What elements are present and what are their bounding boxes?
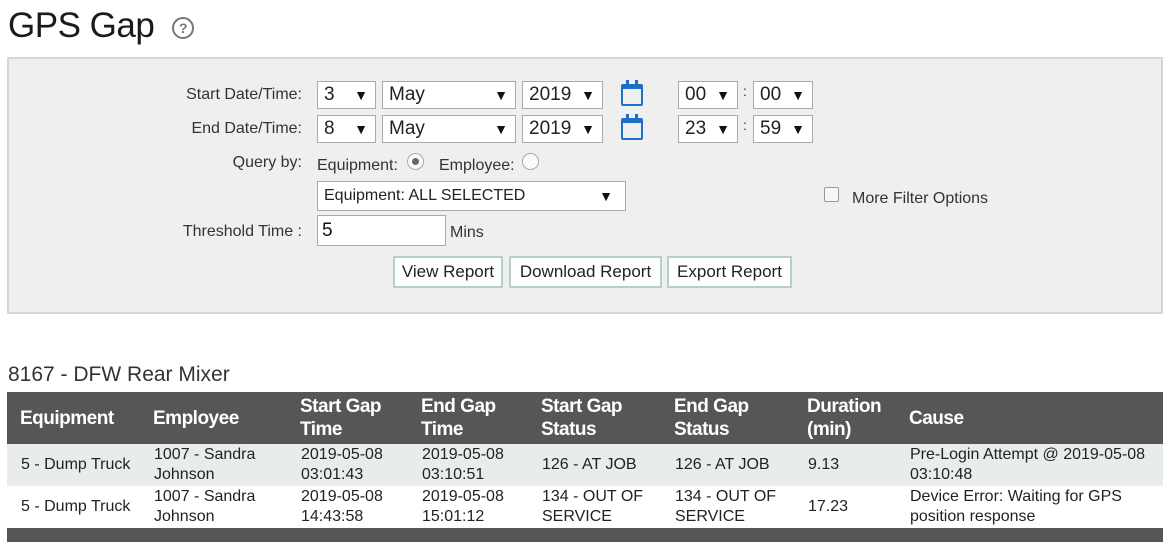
- table-header-row: Equipment Employee Start Gap Time End Ga…: [7, 392, 1163, 444]
- cell-equipment: 5 - Dump Truck: [7, 444, 140, 486]
- end-day-value: 8: [324, 118, 335, 139]
- download-report-button[interactable]: Download Report: [509, 256, 662, 288]
- cell-equipment: 5 - Dump Truck: [7, 486, 140, 528]
- caret-down-icon: ▼: [791, 121, 805, 137]
- equipment-radio[interactable]: [407, 153, 424, 170]
- col-cause[interactable]: Cause: [896, 392, 1163, 444]
- col-end-gap-status[interactable]: End Gap Status: [661, 392, 794, 444]
- end-hour-select[interactable]: 23 ▼: [678, 115, 738, 143]
- start-time-separator: :: [743, 83, 747, 99]
- col-employee[interactable]: Employee: [140, 392, 287, 444]
- start-hour-value: 00: [685, 84, 707, 105]
- cell-end-gap-status: 126 - AT JOB: [661, 444, 794, 486]
- caret-down-icon: ▼: [581, 121, 595, 137]
- end-minute-select[interactable]: 59 ▼: [753, 115, 813, 143]
- threshold-label: Threshold Time :: [182, 223, 302, 240]
- caret-down-icon: ▼: [494, 121, 508, 137]
- filter-panel: Start Date/Time: 3 ▼ May ▼ 2019 ▼ 00 ▼ : 00 ▼…: [7, 57, 1163, 314]
- cell-start-gap-time: 2019-05-08 03:01:43: [287, 444, 408, 486]
- cell-cause: Pre-Login Attempt @ 2019-05-08 03:10:48: [896, 444, 1163, 486]
- cell-end-gap-time: 2019-05-08 15:01:12: [408, 486, 528, 528]
- start-hour-select[interactable]: 00 ▼: [678, 81, 738, 109]
- caret-down-icon: ▼: [494, 87, 508, 103]
- start-day-value: 3: [324, 84, 335, 105]
- threshold-unit: Mins: [450, 224, 484, 241]
- cell-cause: Device Error: Waiting for GPS position r…: [896, 486, 1163, 528]
- col-start-gap-status[interactable]: Start Gap Status: [528, 392, 661, 444]
- start-day-select[interactable]: 3 ▼: [317, 81, 376, 109]
- start-year-select[interactable]: 2019 ▼: [522, 81, 603, 109]
- end-hour-value: 23: [685, 118, 707, 139]
- cell-duration: 17.23: [794, 486, 896, 528]
- page-title: GPS Gap: [8, 6, 155, 45]
- cell-start-gap-time: 2019-05-08 14:43:58: [287, 486, 408, 528]
- end-month-value: May: [389, 118, 425, 139]
- more-filter-checkbox[interactable]: [824, 187, 839, 202]
- end-year-value: 2019: [529, 118, 572, 139]
- employee-radio-label: Employee:: [439, 157, 515, 174]
- results-table: Equipment Employee Start Gap Time End Ga…: [7, 392, 1163, 528]
- caret-down-icon: ▼: [791, 87, 805, 103]
- cell-start-gap-status: 126 - AT JOB: [528, 444, 661, 486]
- start-calendar-icon[interactable]: [621, 80, 643, 106]
- start-minute-value: 00: [760, 84, 782, 105]
- caret-down-icon: ▼: [581, 87, 595, 103]
- view-report-button[interactable]: View Report: [393, 256, 503, 288]
- end-time-separator: :: [743, 117, 747, 133]
- table-row: 5 - Dump Truck 1007 - Sandra Johnson 201…: [7, 486, 1163, 528]
- end-datetime-label: End Date/Time:: [191, 120, 302, 137]
- cell-duration: 9.13: [794, 444, 896, 486]
- export-report-button[interactable]: Export Report: [667, 256, 792, 288]
- col-duration[interactable]: Duration (min): [794, 392, 896, 444]
- start-month-select[interactable]: May ▼: [382, 81, 516, 109]
- col-start-gap-time[interactable]: Start Gap Time: [287, 392, 408, 444]
- title-row: GPS Gap ?: [8, 6, 195, 46]
- caret-down-icon: ▼: [716, 121, 730, 137]
- start-month-value: May: [389, 84, 425, 105]
- help-icon[interactable]: ?: [172, 17, 195, 39]
- caret-down-icon: ▼: [716, 87, 730, 103]
- threshold-input[interactable]: 5: [317, 215, 446, 246]
- cell-employee: 1007 - Sandra Johnson: [140, 444, 287, 486]
- col-equipment[interactable]: Equipment: [7, 392, 140, 444]
- caret-down-icon: ▼: [354, 121, 368, 137]
- equipment-select-value: Equipment: ALL SELECTED: [324, 187, 526, 204]
- caret-down-icon: ▼: [354, 87, 368, 103]
- query-by-label: Query by:: [232, 154, 302, 171]
- equipment-radio-label: Equipment:: [317, 157, 398, 174]
- caret-down-icon: ▼: [599, 188, 613, 204]
- cell-employee: 1007 - Sandra Johnson: [140, 486, 287, 528]
- table-row: 5 - Dump Truck 1007 - Sandra Johnson 201…: [7, 444, 1163, 486]
- cell-end-gap-status: 134 - OUT OF SERVICE: [661, 486, 794, 528]
- col-end-gap-time[interactable]: End Gap Time: [408, 392, 528, 444]
- table-footer-bar: [7, 528, 1163, 542]
- end-day-select[interactable]: 8 ▼: [317, 115, 376, 143]
- group-title: 8167 - DFW Rear Mixer: [8, 363, 230, 386]
- end-year-select[interactable]: 2019 ▼: [522, 115, 603, 143]
- end-calendar-icon[interactable]: [621, 114, 643, 140]
- equipment-select[interactable]: Equipment: ALL SELECTED ▼: [317, 181, 626, 211]
- start-year-value: 2019: [529, 84, 572, 105]
- end-minute-value: 59: [760, 118, 782, 139]
- start-minute-select[interactable]: 00 ▼: [753, 81, 813, 109]
- start-datetime-label: Start Date/Time:: [186, 86, 302, 103]
- employee-radio[interactable]: [522, 153, 539, 170]
- end-month-select[interactable]: May ▼: [382, 115, 516, 143]
- more-filter-label: More Filter Options: [852, 190, 989, 207]
- cell-start-gap-status: 134 - OUT OF SERVICE: [528, 486, 661, 528]
- cell-end-gap-time: 2019-05-08 03:10:51: [408, 444, 528, 486]
